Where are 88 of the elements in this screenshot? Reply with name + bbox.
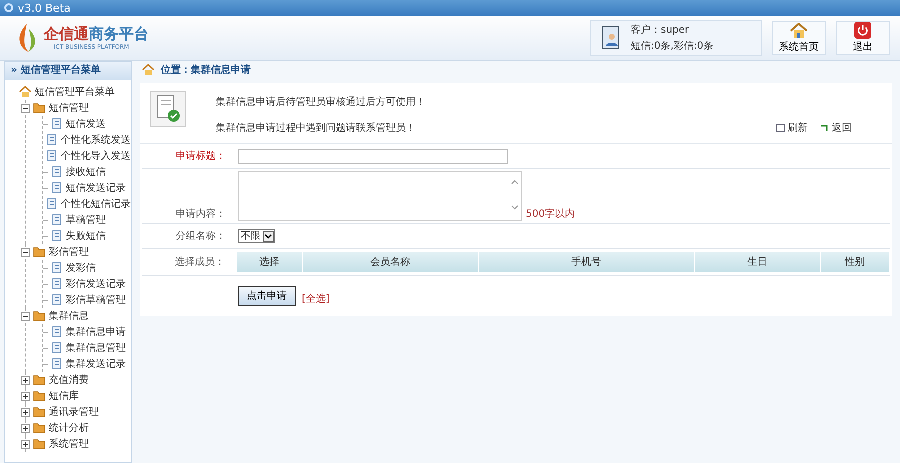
folder-icon <box>33 246 46 258</box>
submit-button[interactable]: 点击申请 <box>238 286 296 306</box>
house-icon <box>19 86 32 98</box>
folder-icon <box>33 438 46 450</box>
folder-icon <box>33 102 46 114</box>
tree-item[interactable]: 充值消费 <box>49 373 89 387</box>
length-hint: 500字以内 <box>526 208 576 221</box>
refresh-link[interactable]: 刷新 <box>776 121 808 135</box>
document-icon <box>46 150 58 162</box>
column-header: 会员名称 <box>303 252 479 272</box>
column-header: 选择 <box>237 252 303 272</box>
tree-item[interactable]: 彩信草稿管理 <box>66 293 126 307</box>
document-check-icon <box>150 91 186 127</box>
logo-title: 企信通 <box>44 25 89 43</box>
column-header: 性别 <box>821 252 890 272</box>
contact-book-icon <box>601 26 621 50</box>
document-icon <box>51 262 63 274</box>
group-select[interactable]: 不限 <box>238 229 275 243</box>
folder-icon <box>33 374 46 386</box>
exit-button[interactable]: 退出 <box>836 21 890 55</box>
tree-item[interactable]: 个性化导入发送 <box>61 149 131 163</box>
window-title: v3.0 Beta <box>18 2 71 14</box>
quota-text: 短信:0条,彩信:0条 <box>631 40 714 53</box>
tree-item[interactable]: 集群信息 <box>49 309 89 323</box>
document-icon <box>51 230 63 242</box>
expand-icon[interactable] <box>21 440 30 448</box>
folder-icon <box>33 310 46 322</box>
field-label: 分组名称： <box>175 230 227 243</box>
tree-item[interactable]: 集群信息管理 <box>66 341 126 355</box>
window-icon <box>776 124 785 132</box>
tree-item[interactable]: 彩信发送记录 <box>66 277 126 291</box>
tree-item[interactable]: 接收短信 <box>66 165 106 179</box>
tree-item[interactable]: 集群信息申请 <box>66 325 126 339</box>
document-icon <box>51 326 63 338</box>
title-input[interactable] <box>238 148 508 164</box>
house-icon <box>790 22 808 38</box>
document-icon <box>46 198 58 210</box>
home-button[interactable]: 系统首页 <box>772 21 826 55</box>
collapse-icon[interactable] <box>21 312 30 320</box>
document-icon <box>51 278 63 290</box>
tree-item[interactable]: 系统管理 <box>49 437 89 451</box>
sidebar-title: » 短信管理平台菜单 <box>5 62 131 80</box>
field-label: 申请内容： <box>175 208 227 221</box>
column-header: 生日 <box>695 252 821 272</box>
folder-icon <box>33 390 46 402</box>
user-name: 客户：super <box>631 24 690 37</box>
select-all-link[interactable]: [全选] <box>302 292 330 306</box>
expand-icon[interactable] <box>21 424 30 432</box>
document-icon <box>51 182 63 194</box>
tree-item[interactable]: 短信发送记录 <box>66 181 126 195</box>
tree-item[interactable]: 集群发送记录 <box>66 357 126 371</box>
power-icon <box>854 22 872 39</box>
document-icon <box>51 166 63 178</box>
expand-icon[interactable] <box>21 408 30 416</box>
tree-item[interactable]: 短信管理 <box>49 101 89 115</box>
field-label: 选择成员： <box>174 256 226 269</box>
expand-icon[interactable] <box>21 376 30 384</box>
document-icon <box>46 134 58 146</box>
tree-item[interactable]: 短信发送 <box>66 117 106 131</box>
document-icon <box>51 214 63 226</box>
document-icon <box>51 342 63 354</box>
column-header: 手机号 <box>479 252 695 272</box>
document-icon <box>51 358 63 370</box>
folder-icon <box>33 406 46 418</box>
tree-item[interactable]: 个性化短信记录 <box>61 197 131 211</box>
folder-icon <box>33 422 46 434</box>
scrollbar-arrows-icon <box>511 178 519 212</box>
tree-item[interactable]: 草稿管理 <box>66 213 106 227</box>
house-icon <box>142 64 155 76</box>
notice-text: 集群信息申请过程中遇到问题请联系管理员！ <box>216 122 417 135</box>
notice-text: 集群信息申请后待管理员审核通过后方可使用！ <box>216 96 427 109</box>
tree-item[interactable]: 统计分析 <box>49 421 89 435</box>
back-link[interactable]: 返回 <box>820 121 852 135</box>
tree-item[interactable]: 短信管理平台菜单 <box>35 85 115 99</box>
field-label: 申请标题： <box>175 150 227 163</box>
document-icon <box>51 294 63 306</box>
expand-icon[interactable] <box>21 392 30 400</box>
collapse-icon[interactable] <box>21 248 30 256</box>
tree-item[interactable]: 短信库 <box>49 389 79 403</box>
breadcrumb-text: 位置：集群信息申请 <box>161 64 251 77</box>
tree-item[interactable]: 彩信管理 <box>49 245 89 259</box>
collapse-icon[interactable] <box>21 104 30 112</box>
logo-subtitle: 商务平台 <box>89 25 149 43</box>
tree-item[interactable]: 通讯录管理 <box>49 405 99 419</box>
tree-item[interactable]: 发彩信 <box>66 261 96 275</box>
document-icon <box>51 118 63 130</box>
tree-item[interactable]: 失败短信 <box>66 229 106 243</box>
tree-item[interactable]: 个性化系统发送 <box>61 133 131 147</box>
